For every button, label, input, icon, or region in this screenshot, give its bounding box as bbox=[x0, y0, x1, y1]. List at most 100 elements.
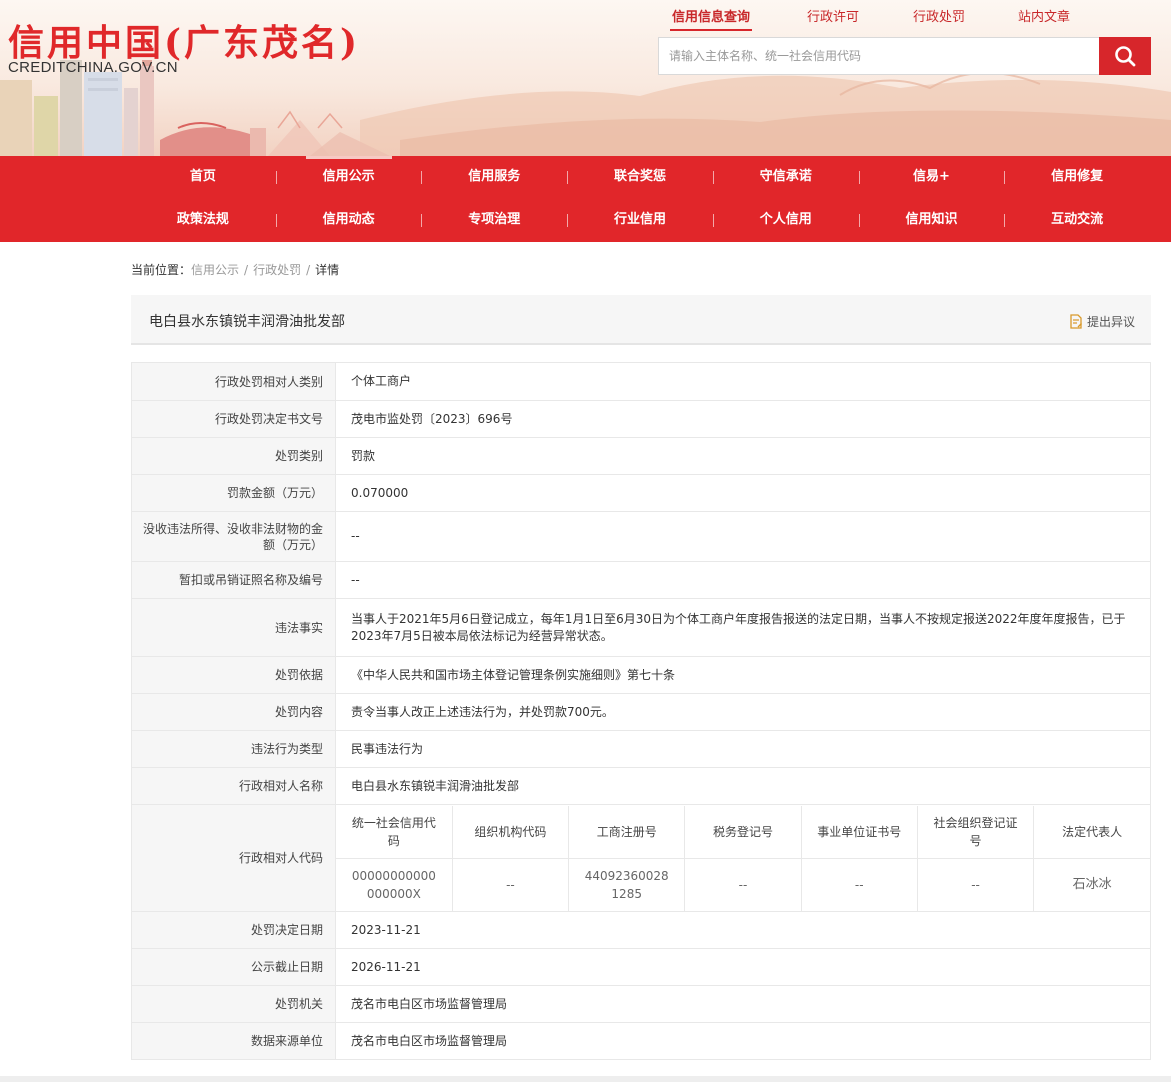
field-label: 行政处罚决定书文号 bbox=[131, 400, 336, 438]
footer-strip bbox=[0, 1076, 1171, 1082]
detail-row: 数据来源单位 茂名市电白区市场监督管理局 bbox=[131, 1022, 1151, 1060]
codes-cell: 统一社会信用代码 组织机构代码 工商注册号 税务登记号 事业单位证书号 社会组织… bbox=[335, 804, 1151, 912]
field-value: 茂名市电白区市场监督管理局 bbox=[335, 1022, 1151, 1060]
codes-header: 事业单位证书号 bbox=[801, 805, 918, 859]
top-link-credit-query[interactable]: 信用信息查询 bbox=[669, 6, 753, 31]
field-value: 《中华人民共和国市场主体登记管理条例实施细则》第七十条 bbox=[335, 656, 1151, 694]
field-value: 2023-11-21 bbox=[335, 911, 1151, 949]
field-label: 行政相对人名称 bbox=[131, 767, 336, 805]
main-nav: 首页 信用公示 信用服务 联合奖惩 守信承诺 信易+ 信用修复 政策法规 信用动… bbox=[0, 156, 1171, 242]
nav-item-credit-service[interactable]: 信用服务 bbox=[421, 156, 567, 198]
detail-row: 处罚依据 《中华人民共和国市场主体登记管理条例实施细则》第七十条 bbox=[131, 656, 1151, 694]
codes-header: 统一社会信用代码 bbox=[336, 805, 453, 859]
nav-row-1: 首页 信用公示 信用服务 联合奖惩 守信承诺 信易+ 信用修复 bbox=[130, 156, 1150, 198]
field-value: 茂电市监处罚〔2023〕696号 bbox=[335, 400, 1151, 438]
field-label: 行政相对人代码 bbox=[131, 804, 336, 912]
codes-value: -- bbox=[684, 858, 802, 911]
field-value: -- bbox=[335, 511, 1151, 562]
raise-objection-label: 提出异议 bbox=[1086, 315, 1135, 329]
entity-codes-table: 统一社会信用代码 组织机构代码 工商注册号 税务登记号 事业单位证书号 社会组织… bbox=[336, 805, 1150, 911]
breadcrumb-separator: / bbox=[306, 263, 311, 277]
raise-objection-button[interactable]: 提出异议 bbox=[1069, 313, 1135, 330]
field-value: 当事人于2021年5月6日登记成立，每年1月1日至6月30日为个体工商户年度报告… bbox=[335, 598, 1151, 657]
detail-row-codes: 行政相对人代码 统一社会信用代码 组织机构代码 工商注册号 税务登记号 事业单位… bbox=[131, 804, 1151, 912]
detail-row: 行政处罚决定书文号 茂电市监处罚〔2023〕696号 bbox=[131, 400, 1151, 438]
codes-header: 税务登记号 bbox=[684, 805, 802, 859]
codes-value: -- bbox=[801, 858, 918, 911]
nav-item-credit-commitment[interactable]: 守信承诺 bbox=[712, 156, 859, 198]
breadcrumb-current: 详情 bbox=[315, 263, 340, 277]
field-label: 处罚类别 bbox=[131, 437, 336, 475]
field-label: 行政处罚相对人类别 bbox=[131, 362, 336, 401]
nav-row-2: 政策法规 信用动态 专项治理 行业信用 个人信用 信用知识 互动交流 bbox=[130, 199, 1150, 241]
field-value: 2026-11-21 bbox=[335, 948, 1151, 986]
top-link-admin-license[interactable]: 行政许可 bbox=[807, 6, 859, 25]
detail-row: 违法行为类型 民事违法行为 bbox=[131, 730, 1151, 768]
detail-row: 处罚内容 责令当事人改正上述违法行为，并处罚款700元。 bbox=[131, 693, 1151, 731]
field-label: 处罚机关 bbox=[131, 985, 336, 1023]
nav-item-credit-publicity[interactable]: 信用公示 bbox=[275, 156, 422, 198]
search-icon bbox=[1115, 46, 1136, 67]
detail-row: 没收违法所得、没收非法财物的金额（万元） -- bbox=[131, 511, 1151, 562]
field-label: 处罚决定日期 bbox=[131, 911, 336, 949]
codes-value: -- bbox=[452, 858, 570, 911]
detail-row: 暂扣或吊销证照名称及编号 -- bbox=[131, 561, 1151, 599]
codes-value: -- bbox=[917, 858, 1035, 911]
field-value: 个体工商户 bbox=[335, 362, 1151, 401]
codes-header: 组织机构代码 bbox=[452, 805, 570, 859]
field-value: -- bbox=[335, 561, 1151, 599]
top-link-site-articles[interactable]: 站内文章 bbox=[1018, 6, 1070, 25]
codes-header: 工商注册号 bbox=[568, 805, 686, 859]
nav-item-industry-credit[interactable]: 行业信用 bbox=[567, 199, 713, 241]
detail-row: 处罚类别 罚款 bbox=[131, 437, 1151, 475]
detail-row: 公示截止日期 2026-11-21 bbox=[131, 948, 1151, 986]
nav-item-joint-reward-punishment[interactable]: 联合奖惩 bbox=[567, 156, 713, 198]
detail-row: 处罚机关 茂名市电白区市场监督管理局 bbox=[131, 985, 1151, 1023]
nav-item-credit-news[interactable]: 信用动态 bbox=[275, 199, 422, 241]
nav-item-policies[interactable]: 政策法规 bbox=[130, 199, 276, 241]
top-link-admin-penalty[interactable]: 行政处罚 bbox=[913, 6, 965, 25]
search-input[interactable] bbox=[658, 37, 1100, 75]
nav-item-home[interactable]: 首页 bbox=[130, 156, 276, 198]
detail-row: 违法事实 当事人于2021年5月6日登记成立，每年1月1日至6月30日为个体工商… bbox=[131, 598, 1151, 657]
field-label: 数据来源单位 bbox=[131, 1022, 336, 1060]
field-value: 电白县水东镇锐丰润滑油批发部 bbox=[335, 767, 1151, 805]
field-label: 公示截止日期 bbox=[131, 948, 336, 986]
breadcrumb-credit-publicity[interactable]: 信用公示 bbox=[191, 263, 239, 277]
codes-value: 石冰冰 bbox=[1072, 876, 1112, 892]
codes-value: 00000000000000000X bbox=[336, 858, 453, 911]
breadcrumb-prefix: 当前位置： bbox=[131, 263, 192, 277]
codes-value: 440923600281285 bbox=[568, 858, 686, 911]
field-value: 罚款 bbox=[335, 437, 1151, 475]
record-title-bar: 电白县水东镇锐丰润滑油批发部 提出异议 bbox=[131, 295, 1151, 345]
breadcrumb-separator: / bbox=[244, 263, 249, 277]
nav-item-interaction[interactable]: 互动交流 bbox=[1004, 199, 1150, 241]
field-label: 处罚依据 bbox=[131, 656, 336, 694]
codes-header: 社会组织登记证号 bbox=[917, 805, 1035, 859]
nav-item-credit-repair[interactable]: 信用修复 bbox=[1004, 156, 1150, 198]
detail-row: 罚款金额（万元） 0.070000 bbox=[131, 474, 1151, 512]
detail-row: 行政处罚相对人类别 个体工商户 bbox=[131, 362, 1151, 401]
nav-item-personal-credit[interactable]: 个人信用 bbox=[712, 199, 859, 241]
field-value: 茂名市电白区市场监督管理局 bbox=[335, 985, 1151, 1023]
codes-header: 法定代表人 bbox=[1033, 805, 1150, 859]
field-value: 民事违法行为 bbox=[335, 730, 1151, 768]
top-links: 信用信息查询 行政许可 行政处罚 站内文章 bbox=[640, 6, 1110, 31]
search-button[interactable] bbox=[1099, 37, 1151, 75]
site-header: 信用中国(广东茂名) CREDITCHINA.GOV.CN 信用信息查询 行政许… bbox=[0, 0, 1171, 156]
codes-header-row: 统一社会信用代码 组织机构代码 工商注册号 税务登记号 事业单位证书号 社会组织… bbox=[336, 805, 1150, 859]
nav-item-credit-knowledge[interactable]: 信用知识 bbox=[858, 199, 1005, 241]
field-value: 0.070000 bbox=[335, 474, 1151, 512]
breadcrumb: 当前位置：信用公示 / 行政处罚 / 详情 bbox=[131, 261, 339, 278]
field-label: 罚款金额（万元） bbox=[131, 474, 336, 512]
detail-row: 处罚决定日期 2023-11-21 bbox=[131, 911, 1151, 949]
field-label: 没收违法所得、没收非法财物的金额（万元） bbox=[131, 511, 336, 562]
detail-row: 行政相对人名称 电白县水东镇锐丰润滑油批发部 bbox=[131, 767, 1151, 805]
field-label: 违法行为类型 bbox=[131, 730, 336, 768]
nav-item-special-governance[interactable]: 专项治理 bbox=[421, 199, 567, 241]
breadcrumb-admin-penalty[interactable]: 行政处罚 bbox=[253, 263, 301, 277]
field-label: 处罚内容 bbox=[131, 693, 336, 731]
nav-item-xinyi-plus[interactable]: 信易+ bbox=[858, 156, 1005, 198]
penalty-detail-table: 行政处罚相对人类别 个体工商户 行政处罚决定书文号 茂电市监处罚〔2023〕69… bbox=[131, 362, 1151, 1060]
codes-value-row: 00000000000000000X -- 440923600281285 --… bbox=[336, 858, 1150, 911]
